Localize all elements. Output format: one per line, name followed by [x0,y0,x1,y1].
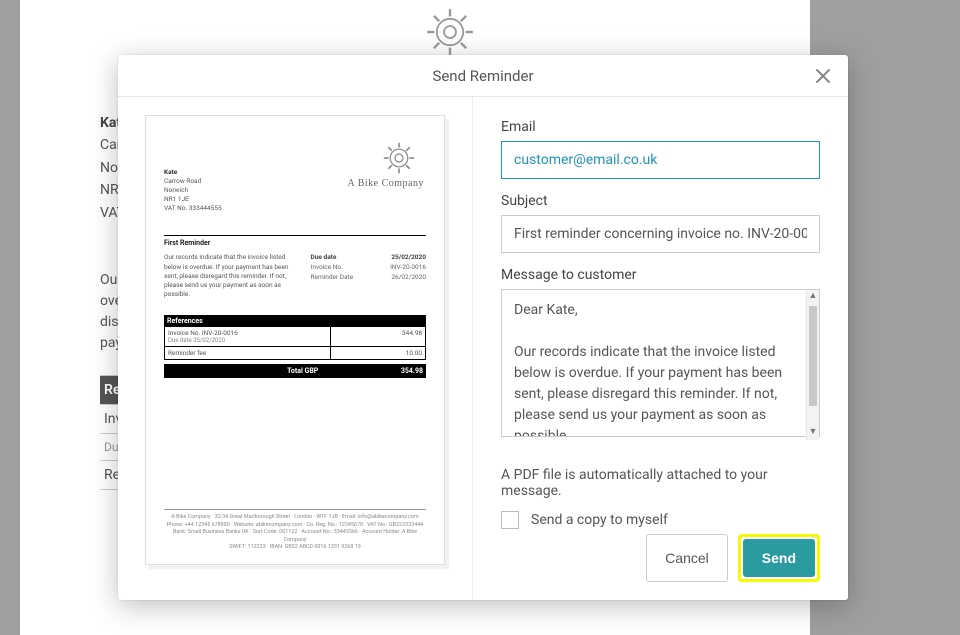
preview-section-title: First Reminder [164,235,426,247]
send-copy-checkbox-row[interactable]: Send a copy to myself [501,511,820,529]
modal-header: Send Reminder [118,55,848,97]
close-icon[interactable] [810,63,836,89]
email-label: Email [501,119,820,135]
checkbox-icon[interactable] [501,511,519,529]
gear-icon [420,2,480,44]
message-textarea[interactable] [501,289,820,437]
gear-icon [379,138,419,180]
message-label: Message to customer [501,267,820,283]
chevron-up-icon[interactable]: ▲ [807,290,819,304]
preview-company-name: A Bike Company [348,178,424,189]
send-button[interactable]: Send [743,539,815,577]
email-input[interactable] [501,141,820,179]
preview-body-text: Our records indicate that the invoice li… [164,253,311,298]
scrollbar[interactable]: ▲ ▼ [806,290,819,440]
pdf-attachment-note: A PDF file is automatically attached to … [501,467,820,499]
send-copy-label: Send a copy to myself [531,512,668,528]
invoice-preview-pane: A Bike Company Kate Carrow Road Norwich … [118,97,473,600]
chevron-down-icon[interactable]: ▼ [807,426,819,440]
preview-footer: A Bike Company · 32-34 Great Marlborough… [164,509,426,552]
preview-meta: Due date25/02/2020 Invoice No.INV-20-001… [311,253,426,298]
preview-reference-row: Reminder fee 10.00 [164,347,426,360]
scroll-thumb[interactable] [809,306,817,406]
subject-label: Subject [501,193,820,209]
preview-total-row: Total GBP 354.98 [164,364,426,378]
invoice-preview: A Bike Company Kate Carrow Road Norwich … [145,115,445,565]
send-reminder-modal: Send Reminder A Bike Company Kate Carrow… [118,55,848,600]
send-button-highlight: Send [738,534,820,582]
preview-reference-row: Invoice No. INV-20-0016 Due date 25/02/2… [164,327,426,347]
subject-input[interactable] [501,215,820,253]
preview-references-header: References [164,315,426,327]
reminder-form: Email Subject Message to customer ▲ ▼ A … [473,97,848,600]
cancel-button[interactable]: Cancel [646,534,728,582]
modal-title: Send Reminder [432,67,533,85]
